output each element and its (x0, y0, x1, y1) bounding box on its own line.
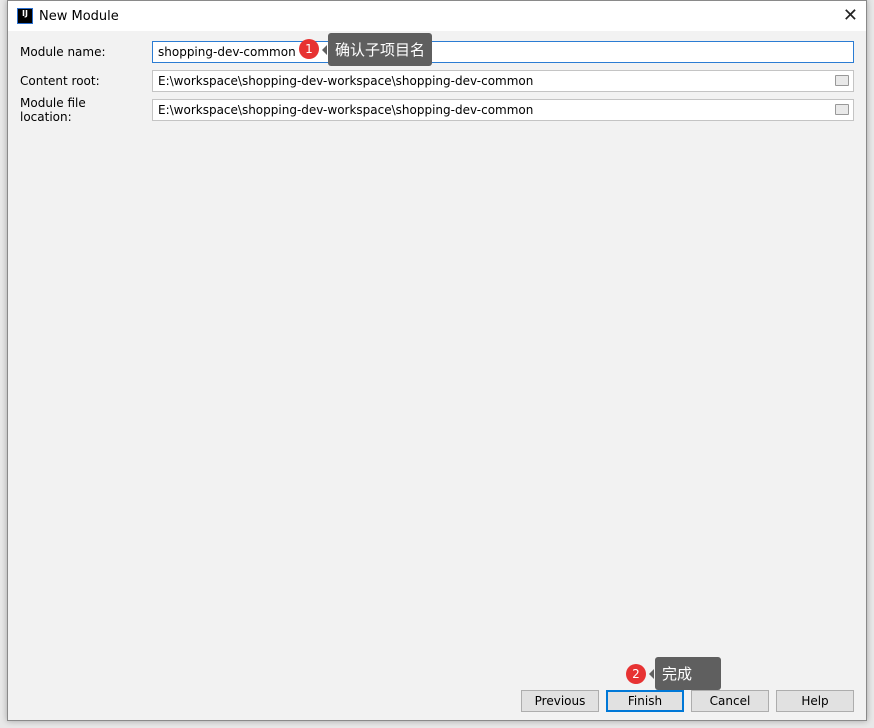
module-file-location-input[interactable]: E:\workspace\shopping-dev-workspace\shop… (152, 99, 854, 121)
module-name-label: Module name: (20, 45, 106, 59)
annotation-tooltip-1: 确认子项目名 (321, 33, 433, 66)
module-file-location-label: Module file location: (20, 96, 86, 124)
title-bar: IJ New Module ✕ (8, 1, 866, 31)
folder-icon[interactable] (835, 104, 849, 115)
module-file-location-value: E:\workspace\shopping-dev-workspace\shop… (158, 103, 534, 117)
annotation-badge-1: 1 (299, 39, 319, 59)
folder-icon[interactable] (835, 75, 849, 86)
module-name-row: Module name: shopping-dev-common (20, 41, 854, 63)
new-module-dialog: IJ New Module ✕ Module name: shopping-de… (7, 0, 867, 721)
module-file-location-row: Module file location: E:\workspace\shopp… (20, 96, 854, 124)
annotation-tooltip-2: 完成 (649, 657, 721, 690)
module-name-input[interactable]: shopping-dev-common (152, 41, 854, 63)
content-root-row: Content root: E:\workspace\shopping-dev-… (20, 70, 854, 92)
help-button[interactable]: Help (776, 690, 854, 712)
annotation-badge-2: 2 (626, 664, 646, 684)
content-root-value: E:\workspace\shopping-dev-workspace\shop… (158, 74, 534, 88)
content-root-label: Content root: (20, 74, 100, 88)
cancel-button[interactable]: Cancel (691, 690, 769, 712)
previous-button[interactable]: Previous (521, 690, 599, 712)
finish-button[interactable]: Finish (606, 690, 684, 712)
intellij-logo-icon: IJ (17, 8, 33, 24)
dialog-title: New Module (39, 8, 119, 24)
close-icon[interactable]: ✕ (843, 5, 858, 26)
content-root-input[interactable]: E:\workspace\shopping-dev-workspace\shop… (152, 70, 854, 92)
